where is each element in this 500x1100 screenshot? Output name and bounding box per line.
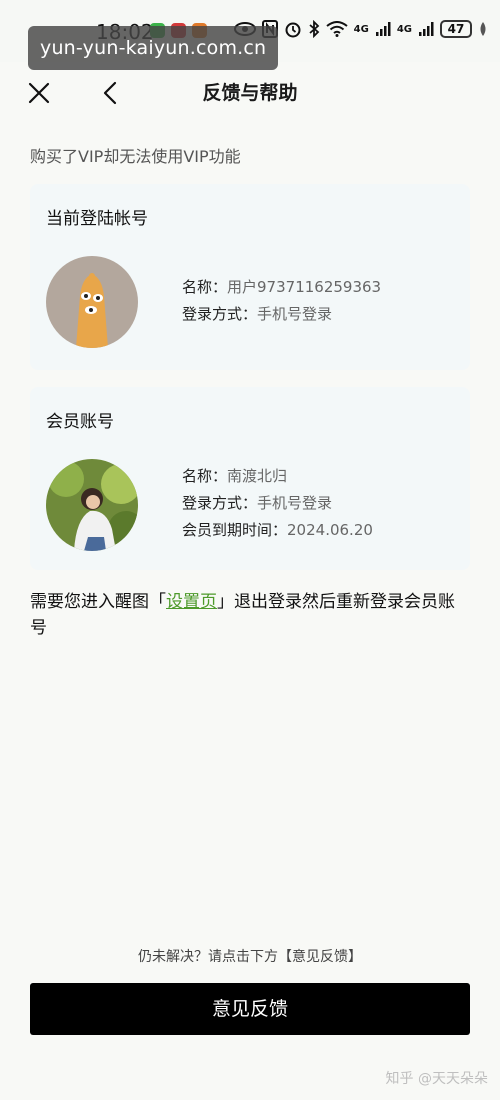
expiry-label: 会员到期时间： xyxy=(182,521,288,539)
login-method-row: 登录方式：手机号登录 xyxy=(182,490,373,517)
expiry-value: 2024.06.20 xyxy=(287,521,373,539)
name-row: 名称：用户9737116259363 xyxy=(182,274,381,301)
question-title: 购买了VIP却无法使用VIP功能 xyxy=(30,147,241,166)
login-method-value: 手机号登录 xyxy=(257,494,333,512)
avatar xyxy=(46,459,138,551)
login-method-row: 登录方式：手机号登录 xyxy=(182,301,381,328)
watermark-author: 知乎 @天天朵朵 xyxy=(385,1071,488,1087)
header: 反馈与帮助 xyxy=(0,62,500,122)
name-value: 南渡北归 xyxy=(227,467,288,485)
instruction-text: 需要您进入醒图「设置页」退出登录然后重新登录会员账号 xyxy=(30,589,470,641)
login-method-label: 登录方式： xyxy=(182,494,258,512)
name-value: 用户9737116259363 xyxy=(227,278,382,296)
wifi-icon xyxy=(326,21,348,37)
settings-page-link[interactable]: 设置页 xyxy=(166,592,217,612)
page-title: 反馈与帮助 xyxy=(202,82,298,104)
feedback-button[interactable]: 意见反馈 xyxy=(30,983,470,1035)
battery-indicator: 47 xyxy=(440,20,472,38)
login-method-value: 手机号登录 xyxy=(257,305,333,323)
member-account-card: 会员账号 名称：南渡北归 登录方式：手机号登录 会员到期时间：2024.06.2… xyxy=(30,387,470,570)
network-type-1: 4G xyxy=(353,23,369,35)
name-label: 名称： xyxy=(182,278,228,296)
bluetooth-icon xyxy=(309,20,319,38)
avatar xyxy=(46,256,138,348)
member-info: 名称：南渡北归 登录方式：手机号登录 会员到期时间：2024.06.20 xyxy=(182,463,373,544)
card-title: 当前登陆帐号 xyxy=(46,209,148,229)
signal-icon xyxy=(419,22,434,36)
expiry-row: 会员到期时间：2024.06.20 xyxy=(182,517,373,544)
network-type-2: 4G xyxy=(396,23,412,35)
alarm-icon xyxy=(285,22,301,38)
card-title: 会员账号 xyxy=(46,412,114,432)
unresolved-hint: 仍未解决？请点击下方【意见反馈】 xyxy=(138,949,362,965)
login-method-label: 登录方式： xyxy=(182,305,258,323)
instruction-prefix: 需要您进入醒图「 xyxy=(30,592,166,612)
account-info: 名称：用户9737116259363 登录方式：手机号登录 xyxy=(182,274,381,328)
name-row: 名称：南渡北归 xyxy=(182,463,373,490)
leaf-icon xyxy=(480,22,486,36)
name-label: 名称： xyxy=(182,467,228,485)
signal-icon xyxy=(375,22,391,36)
current-account-card: 当前登陆帐号 名称：用户9737116259363 登录方式：手机号登录 xyxy=(30,184,470,370)
